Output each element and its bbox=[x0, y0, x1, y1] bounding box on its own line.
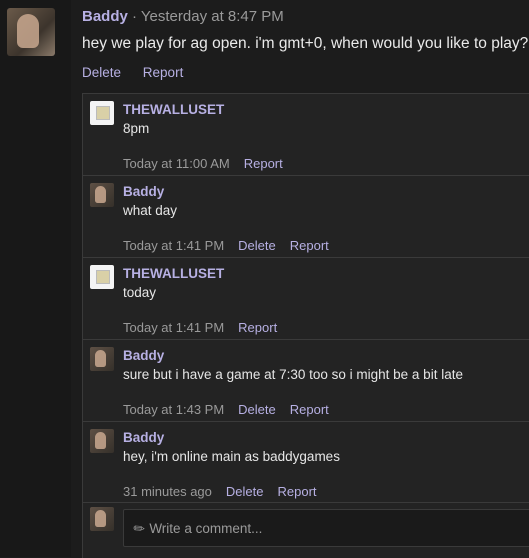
report-button[interactable]: Report bbox=[244, 156, 283, 171]
report-button[interactable]: Report bbox=[290, 238, 329, 253]
reply-actions: Today at 1:41 PM Delete Report bbox=[123, 238, 329, 253]
pencil-icon: ✎ bbox=[130, 519, 149, 538]
reply-author[interactable]: THEWALLUSET bbox=[123, 102, 224, 117]
delete-button[interactable]: Delete bbox=[238, 402, 276, 417]
reply-author[interactable]: Baddy bbox=[123, 184, 164, 199]
reply: THEWALLUSET today Today at 1:41 PM Report bbox=[83, 258, 529, 340]
delete-button[interactable]: Delete bbox=[238, 238, 276, 253]
reply-actions: Today at 11:00 AM Report bbox=[123, 156, 283, 171]
reply: Baddy sure but i have a game at 7:30 too… bbox=[83, 340, 529, 422]
reply-author[interactable]: Baddy bbox=[123, 430, 164, 445]
reply-actions: 31 minutes ago Delete Report bbox=[123, 484, 317, 499]
hand-avatar bbox=[90, 507, 114, 531]
reply-text: today bbox=[123, 285, 157, 300]
reply: Baddy what day Today at 1:41 PM Delete Rep… bbox=[83, 176, 529, 258]
post-actions: Delete Report bbox=[82, 65, 529, 80]
report-button[interactable]: Report bbox=[238, 320, 277, 335]
report-button[interactable]: Report bbox=[143, 65, 184, 80]
reply-text: 8pm bbox=[123, 121, 150, 136]
post-author-avatar[interactable] bbox=[7, 8, 55, 56]
post-text: hey we play for ag open. i'm gmt+0, when… bbox=[82, 35, 529, 52]
hand-avatar[interactable] bbox=[90, 347, 114, 371]
reply: THEWALLUSET 8pm Today at 11:00 AM Report bbox=[83, 94, 529, 176]
reply-author[interactable]: THEWALLUSET bbox=[123, 266, 224, 281]
reply-timestamp: 31 minutes ago bbox=[123, 484, 212, 499]
delete-button[interactable]: Delete bbox=[226, 484, 264, 499]
reply-text: sure but i have a game at 7:30 too so i … bbox=[123, 367, 463, 382]
report-button[interactable]: Report bbox=[277, 484, 316, 499]
reply-text: hey, i'm online main as baddygames bbox=[123, 449, 340, 464]
hand-avatar[interactable] bbox=[90, 183, 114, 207]
reply-author[interactable]: Baddy bbox=[123, 348, 164, 363]
reply-timestamp: Today at 11:00 AM bbox=[123, 156, 230, 171]
reply-text: what day bbox=[123, 203, 178, 218]
replies-panel: THEWALLUSET 8pm Today at 11:00 AM Report … bbox=[82, 93, 529, 558]
reply: Baddy hey, i'm online main as baddygames… bbox=[83, 422, 529, 503]
delete-button[interactable]: Delete bbox=[82, 65, 121, 80]
reply-actions: Today at 1:41 PM Report bbox=[123, 320, 277, 335]
tower-avatar[interactable] bbox=[90, 265, 114, 289]
post: Baddy · Yesterday at 8:47 PM hey we play… bbox=[82, 8, 529, 80]
report-button[interactable]: Report bbox=[290, 402, 329, 417]
comment-placeholder: Write a comment... bbox=[149, 521, 263, 536]
post-timestamp: · Yesterday at 8:47 PM bbox=[127, 8, 284, 25]
comment-input[interactable]: ✎Write a comment... bbox=[123, 509, 529, 547]
post-header: Baddy · Yesterday at 8:47 PM bbox=[82, 8, 529, 26]
post-author[interactable]: Baddy bbox=[82, 8, 128, 25]
left-rail bbox=[0, 0, 71, 557]
reply-timestamp: Today at 1:41 PM bbox=[123, 320, 225, 335]
tower-avatar[interactable] bbox=[90, 101, 114, 125]
hand-avatar[interactable] bbox=[90, 429, 114, 453]
reply-timestamp: Today at 1:43 PM bbox=[123, 402, 225, 417]
reply-actions: Today at 1:43 PM Delete Report bbox=[123, 402, 329, 417]
reply-timestamp: Today at 1:41 PM bbox=[123, 238, 225, 253]
